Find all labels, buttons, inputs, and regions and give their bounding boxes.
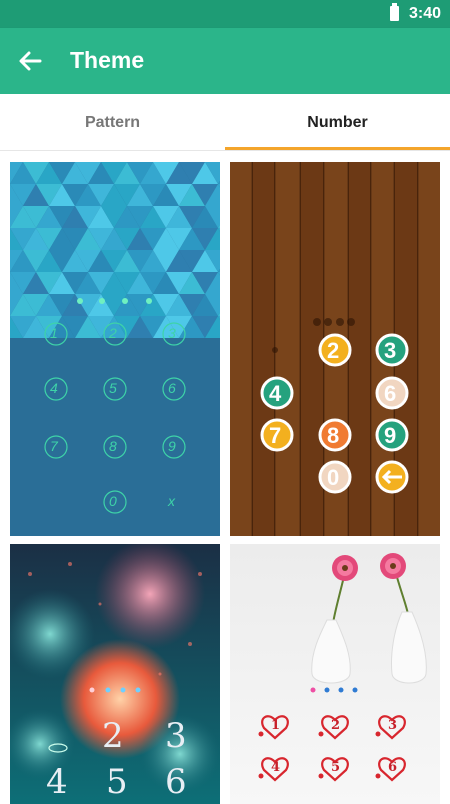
key-x: x	[168, 493, 175, 509]
key-0: 0	[109, 493, 117, 509]
key-2: 2	[102, 716, 124, 756]
theme-card-blue-triangles[interactable]: 1 2 3 4 5 6 7 8 9 0 x	[10, 162, 220, 536]
key-4: 4	[46, 762, 68, 802]
key-7: 7	[50, 438, 58, 454]
tab-pattern[interactable]: Pattern	[0, 94, 225, 151]
key-4: 4	[50, 380, 58, 396]
key-8: 8	[109, 438, 117, 454]
key-1: 1	[50, 325, 58, 341]
key-4: 4	[271, 760, 281, 775]
key-7: 7	[269, 423, 282, 448]
key-2: 2	[331, 718, 341, 733]
key-9: 9	[168, 438, 176, 454]
key-6: 6	[388, 760, 398, 775]
key-5: 5	[106, 762, 128, 802]
key-0: 0	[327, 465, 340, 490]
status-time: 3:40	[408, 5, 441, 22]
key-8: 8	[327, 423, 340, 448]
key-5: 5	[331, 760, 341, 775]
tab-divider	[0, 150, 450, 151]
key-9: 9	[384, 423, 397, 448]
key-3: 3	[388, 718, 398, 733]
theme-card-flower-hearts[interactable]: 1 2 3 4 5 6	[230, 544, 440, 804]
page-title: Theme	[70, 47, 145, 73]
tab-bar: Pattern Number	[0, 94, 450, 151]
app-bar: Theme	[0, 28, 450, 94]
key-3: 3	[384, 338, 397, 363]
key-2: 2	[109, 325, 117, 341]
arrow-back-icon[interactable]	[14, 45, 46, 77]
key-6: 6	[165, 762, 187, 802]
theme-card-bokeh[interactable]: 2 3 4 5 6	[10, 544, 220, 804]
key-6: 6	[168, 380, 176, 396]
key-3: 3	[165, 716, 187, 756]
key-4: 4	[269, 381, 282, 406]
key-5: 5	[109, 380, 117, 396]
battery-icon	[390, 3, 399, 21]
key-6: 6	[384, 381, 397, 406]
key-2: 2	[327, 338, 340, 363]
status-bar: 3:40	[0, 0, 450, 28]
tab-number[interactable]: Number	[225, 94, 450, 151]
key-1: 1	[271, 718, 281, 733]
key-3: 3	[168, 325, 176, 341]
theme-card-wood-stickers[interactable]: 2 3 4 6 7 8 9 0	[230, 162, 440, 536]
